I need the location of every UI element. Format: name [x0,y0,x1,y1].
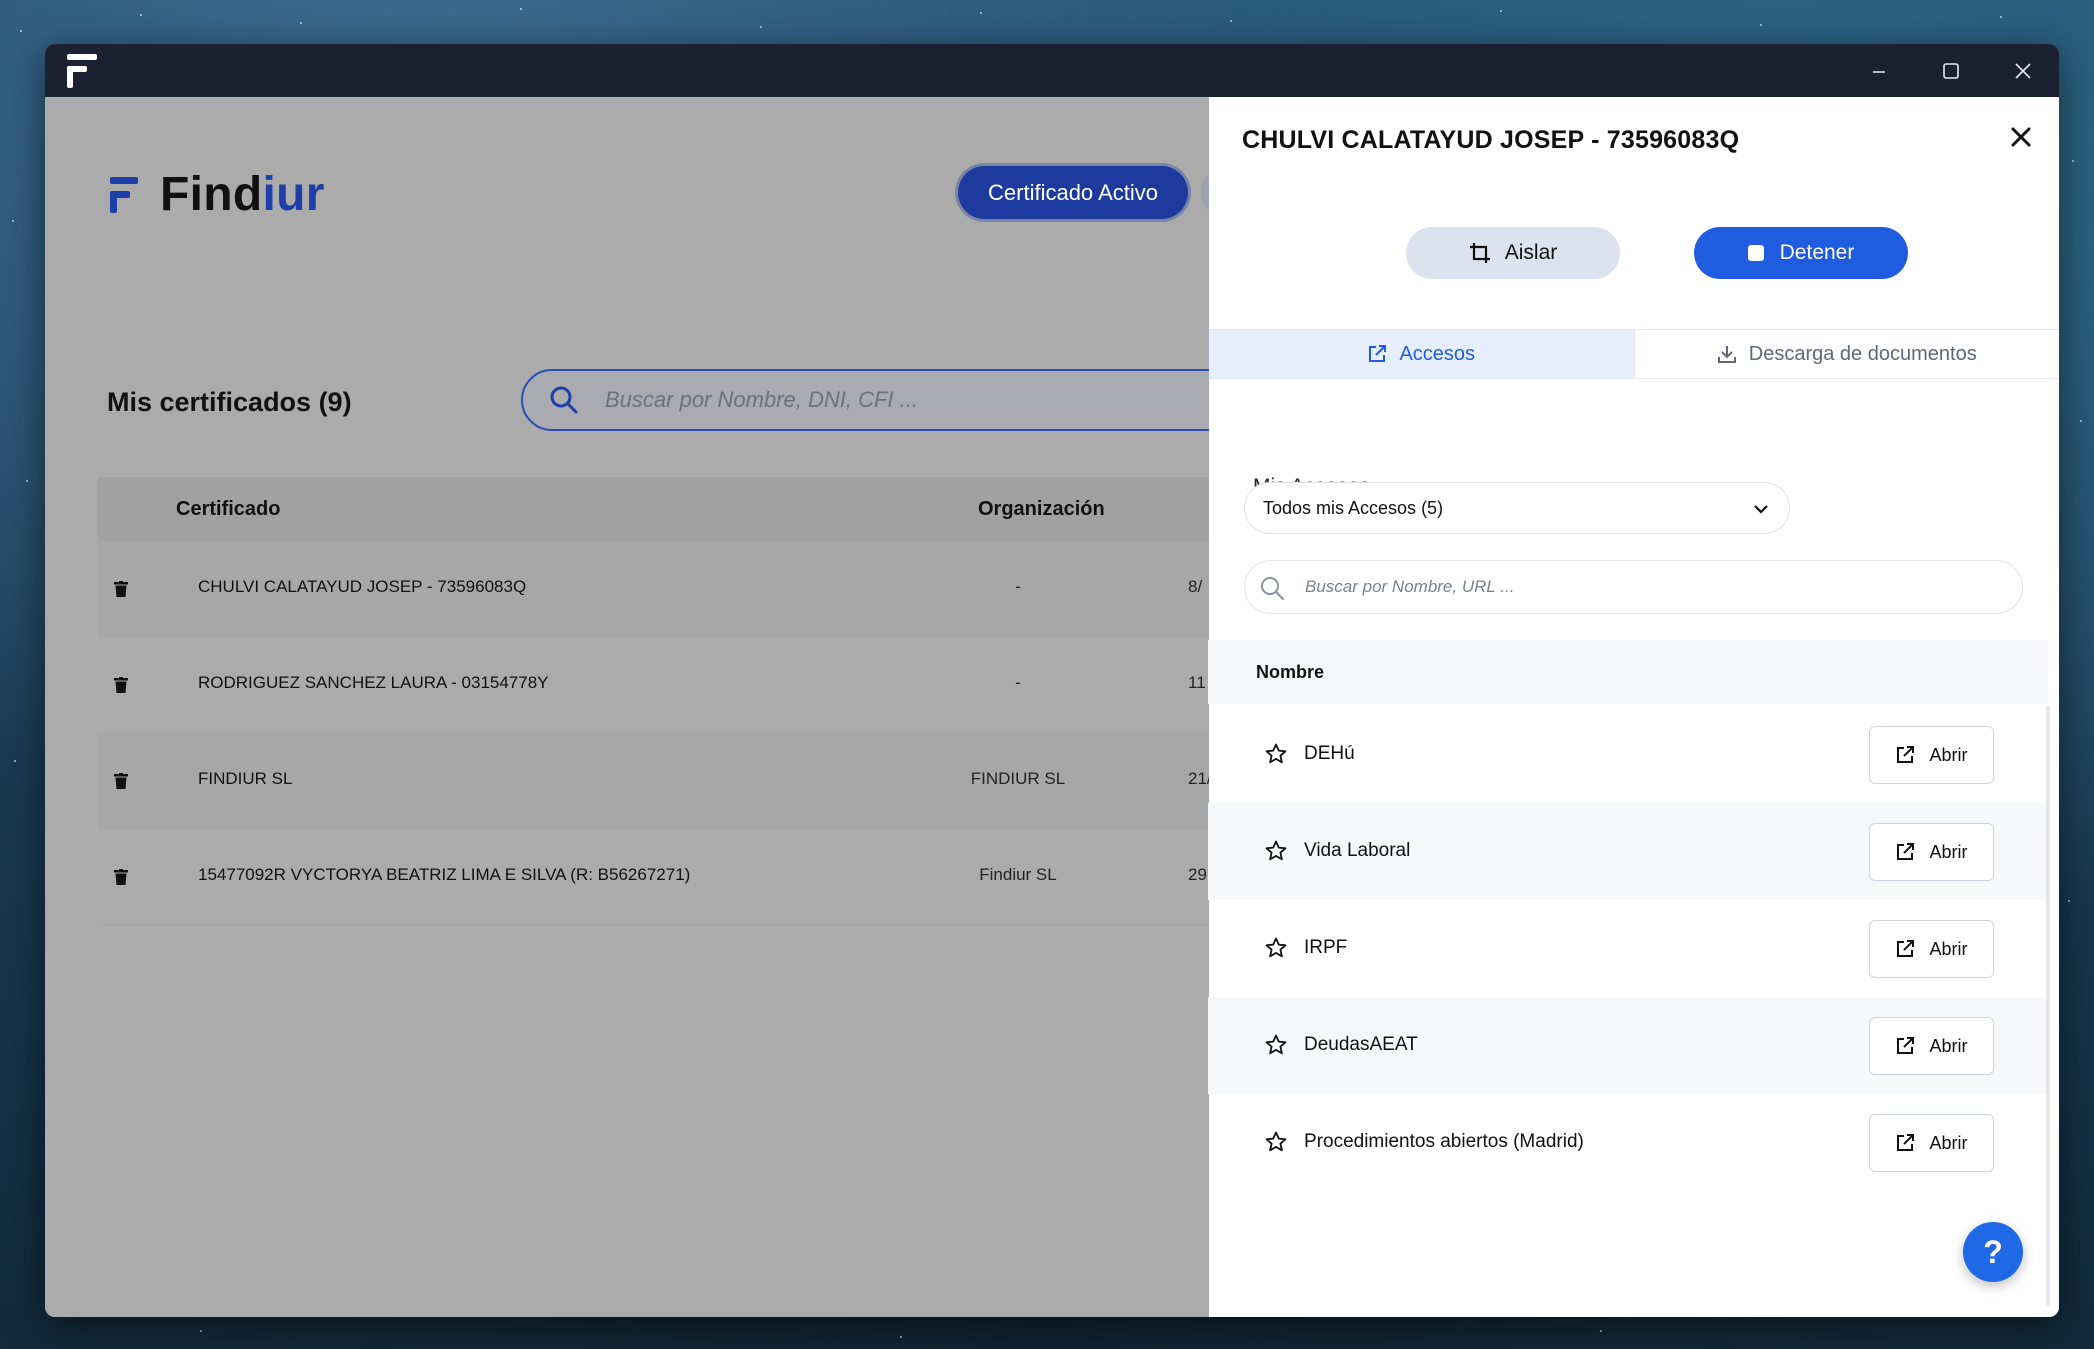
search-icon [550,386,578,414]
tab-descarga-documentos[interactable]: Descarga de documentos [1633,330,2059,378]
certificate-org: FINDIUR SL [970,769,1066,788]
certificates-title: Mis certificados (9) [107,387,352,417]
detener-label: Detener [1779,241,1855,264]
external-link-icon [1897,1134,1915,1151]
brand: Findiur [110,167,325,222]
accesos-table-header: Nombre [1208,640,2048,704]
trash-icon[interactable] [114,581,128,597]
external-link-icon [1897,1037,1915,1054]
chevron-down-icon [1754,505,1768,514]
list-item: DeudasAEAT Abrir [1208,997,2048,1094]
star-icon[interactable] [1264,839,1288,863]
list-item: Procedimientos abiertos (Madrid) Abrir [1208,1094,2048,1191]
list-item: IRPF Abrir [1208,900,2048,997]
aislar-button[interactable]: Aislar [1406,227,1620,279]
tab-accesos-label: Accesos [1399,342,1476,365]
minimize-icon [1873,70,1885,73]
star-icon[interactable] [1264,742,1288,766]
external-link-icon [1897,940,1915,957]
abrir-label: Abrir [1929,938,1968,959]
abrir-button[interactable]: Abrir [1869,1017,1994,1075]
crop-icon [1469,243,1490,263]
search-placeholder: Buscar por Nombre, URL ... [1305,577,1515,596]
abrir-label: Abrir [1929,1035,1968,1056]
star-icon[interactable] [1264,936,1288,960]
column-nombre: Nombre [1256,662,1325,682]
external-link-icon [1369,345,1387,362]
abrir-button[interactable]: Abrir [1869,823,1994,881]
findiur-logo-icon [110,176,138,213]
brand-name: Findiur [160,168,325,221]
column-organizacion: Organización [978,498,1105,520]
acceso-name: DeudasAEAT [1304,1034,1418,1055]
acceso-name: Vida Laboral [1304,840,1411,861]
external-link-icon [1897,843,1915,860]
window-close-button[interactable] [1987,44,2059,97]
maximize-button[interactable] [1915,44,1987,97]
help-button[interactable]: ? [1963,1222,2023,1282]
tab-accesos[interactable]: Accesos [1209,330,1634,378]
star-icon[interactable] [1264,1130,1288,1154]
close-icon[interactable] [2009,125,2033,149]
list-item: DEHú Abrir [1208,706,2048,803]
search-icon [1261,577,1284,600]
certificate-org: - [1015,673,1021,692]
certificates-search-input[interactable]: Buscar por Nombre, DNI, CFI ... [521,369,1241,431]
panel-tabs: Accesos Descarga de documentos [1209,329,2059,379]
maximize-icon [1943,62,1959,79]
accesos-search-input[interactable]: Buscar por Nombre, URL ... [1244,560,2023,614]
abrir-label: Abrir [1929,744,1968,765]
acceso-name: DEHú [1304,743,1355,764]
table-row[interactable]: FINDIUR SL FINDIUR SL 21/ [98,733,1228,829]
trash-icon[interactable] [114,773,128,789]
trash-icon[interactable] [114,869,128,885]
panel-scrollbar[interactable] [2046,706,2050,1306]
acceso-name: IRPF [1304,937,1348,958]
certificates-table: Certificado Organización Ex CHULVI CALAT… [98,477,1260,925]
certificate-org: - [1015,577,1021,596]
abrir-button[interactable]: Abrir [1869,920,1994,978]
certificate-org: Findiur SL [979,865,1057,884]
table-row[interactable]: RODRIGUEZ SANCHEZ LAURA - 03154778Y - 11 [98,637,1228,733]
table-row[interactable]: CHULVI CALATAYUD JOSEP - 73596083Q - 8/ [98,541,1228,637]
accesos-list: DEHú Abrir Vida Laboral Abrir IRPF Abrir… [1208,706,2048,1191]
accesos-filter-select[interactable]: Todos mis Accesos (5) [1244,482,1790,534]
trash-icon[interactable] [114,677,128,693]
search-placeholder: Buscar por Nombre, DNI, CFI ... [605,387,918,412]
minimize-button[interactable] [1843,44,1915,97]
panel-title: CHULVI CALATAYUD JOSEP - 73596083Q [1242,126,1740,154]
abrir-label: Abrir [1929,841,1968,862]
abrir-button[interactable]: Abrir [1869,726,1994,784]
certificate-name: RODRIGUEZ SANCHEZ LAURA - 03154778Y [198,673,549,692]
aislar-label: Aislar [1504,241,1558,264]
column-certificado: Certificado [176,498,281,520]
acceso-name: Procedimientos abiertos (Madrid) [1304,1131,1584,1152]
certificate-name: 15477092R VYCTORYA BEATRIZ LIMA E SILVA … [198,865,691,884]
certificate-name: CHULVI CALATAYUD JOSEP - 73596083Q [198,577,527,596]
certificate-name: FINDIUR SL [198,769,293,788]
stop-icon [1747,245,1764,261]
table-header: Certificado Organización Ex [98,477,1260,541]
certificado-activo-button[interactable]: Certificado Activo [958,166,1188,219]
app-logo-icon [67,54,97,88]
table-row[interactable]: 15477092R VYCTORYA BEATRIZ LIMA E SILVA … [98,829,1228,925]
list-item: Vida Laboral Abrir [1208,803,2048,900]
download-icon [1717,346,1736,363]
tab-descarga-label: Descarga de documentos [1748,342,1977,365]
external-link-icon [1897,746,1915,763]
filter-selected-value: Todos mis Accesos (5) [1263,497,1444,518]
title-bar [45,44,2059,97]
abrir-button[interactable]: Abrir [1869,1114,1994,1172]
star-icon[interactable] [1264,1033,1288,1057]
close-icon [2015,62,2031,79]
abrir-label: Abrir [1929,1132,1968,1153]
table-body: CHULVI CALATAYUD JOSEP - 73596083Q - 8/ … [98,541,1228,925]
detener-button[interactable]: Detener [1694,227,1908,279]
main-content: Findiur Certificado Activo Mis certifica… [45,97,1261,1317]
